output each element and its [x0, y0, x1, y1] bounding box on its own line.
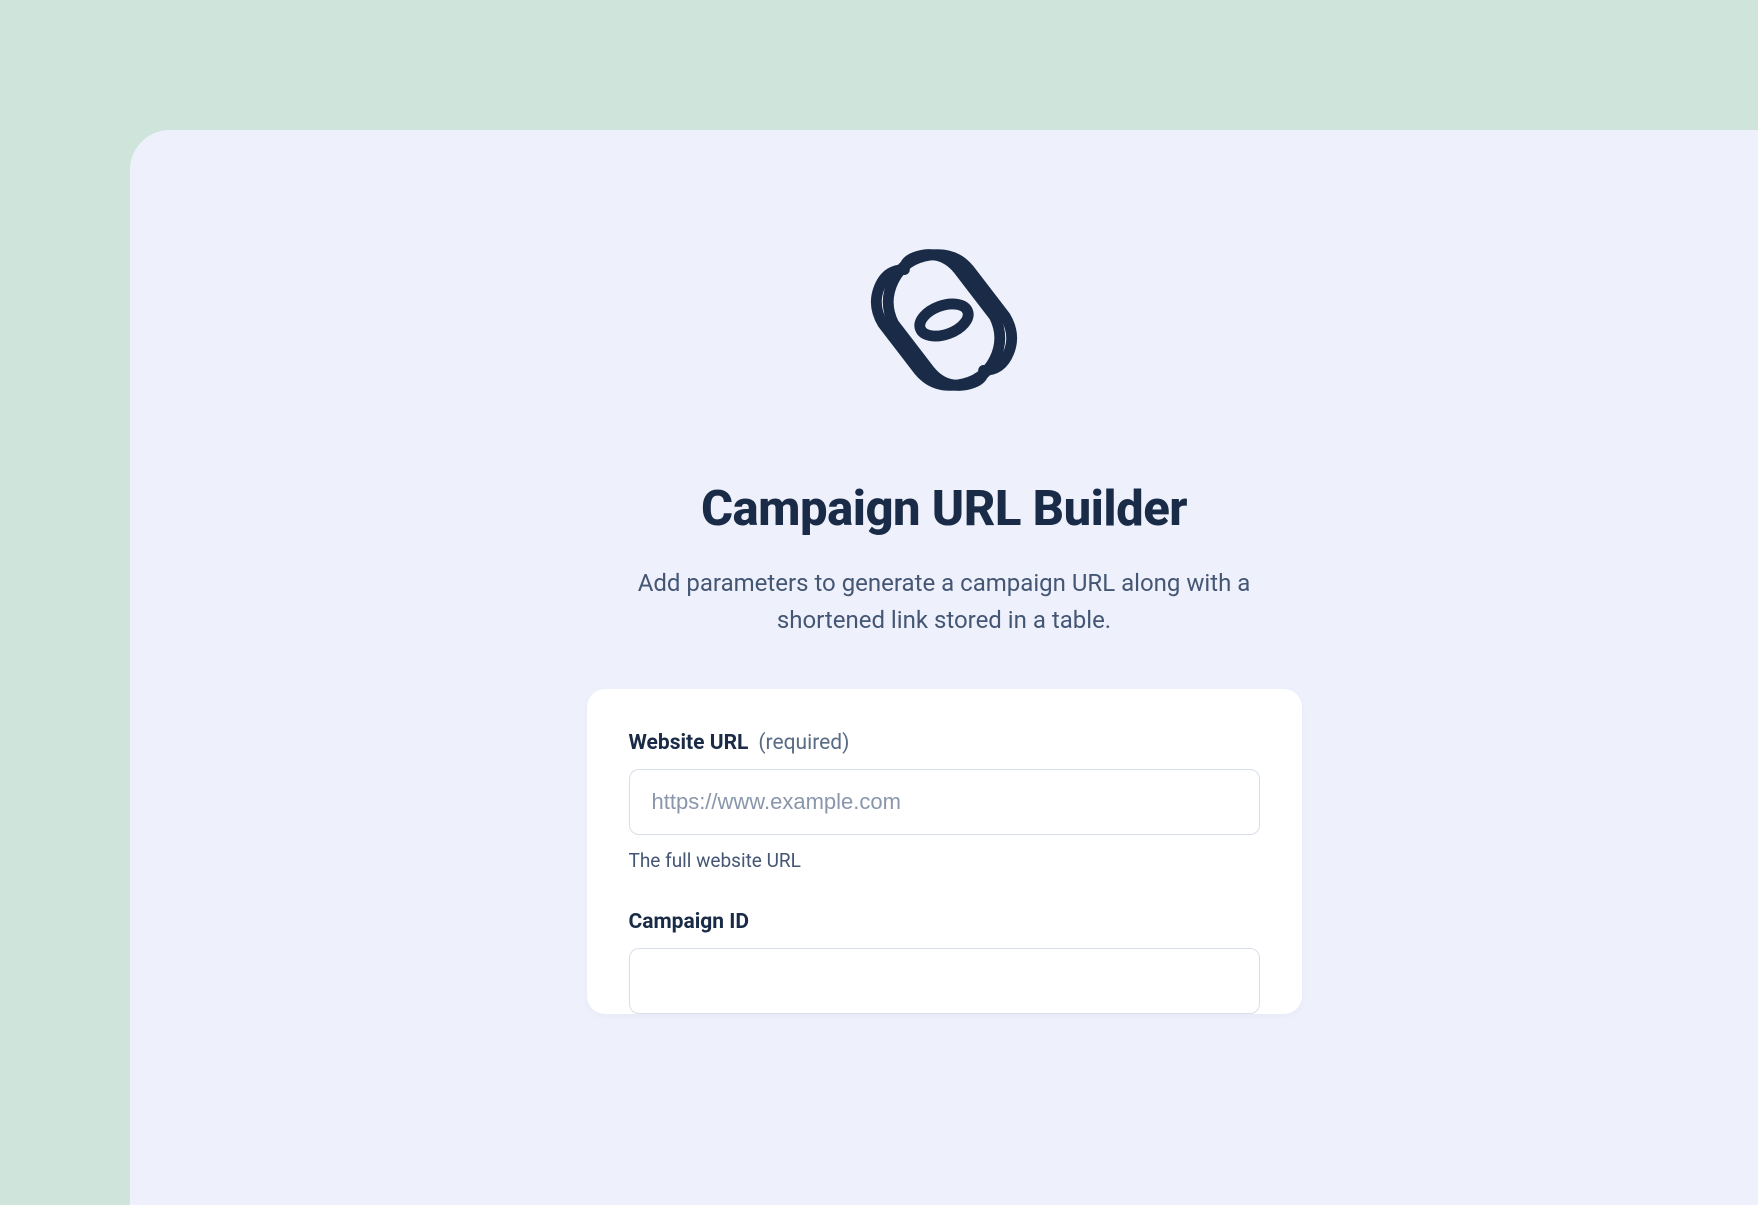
campaign-id-label-row: Campaign ID — [629, 910, 1260, 934]
website-url-group: Website URL (required) The full website … — [629, 731, 1260, 872]
website-url-help: The full website URL — [629, 849, 1260, 872]
campaign-id-label: Campaign ID — [629, 910, 750, 934]
page-title: Campaign URL Builder — [584, 480, 1304, 537]
content-container: Campaign URL Builder Add parameters to g… — [584, 230, 1304, 1014]
website-url-label-row: Website URL (required) — [629, 731, 1260, 755]
main-panel: Campaign URL Builder Add parameters to g… — [130, 130, 1758, 1205]
website-url-input[interactable] — [629, 769, 1260, 835]
page-subtitle: Add parameters to generate a campaign UR… — [604, 565, 1284, 639]
website-url-label: Website URL — [629, 731, 749, 755]
logo-container — [584, 230, 1304, 410]
knot-logo-icon — [854, 230, 1034, 410]
campaign-id-group: Campaign ID — [629, 910, 1260, 1014]
website-url-required-suffix: (required) — [758, 731, 849, 755]
form-card: Website URL (required) The full website … — [587, 689, 1302, 1014]
campaign-id-input[interactable] — [629, 948, 1260, 1014]
